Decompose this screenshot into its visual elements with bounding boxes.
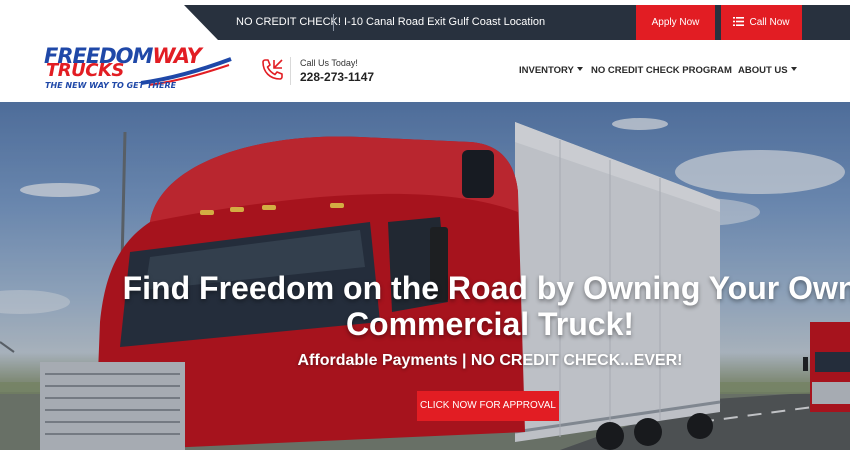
hero-banner: Find Freedom on the Road by Owning Your … xyxy=(0,102,850,450)
nav-inventory-label: INVENTORY xyxy=(519,65,574,76)
phone-icon xyxy=(262,59,283,80)
freedom-way-trucks-logo[interactable]: FREEDOMWAY TRUCKS THE NEW WAY TO GET THE… xyxy=(44,43,234,93)
hero-subtitle: Affordable Payments | NO CREDIT CHECK...… xyxy=(297,352,683,369)
top-bar: NO CREDIT CHECK! I-10 Canal Road Exit Gu… xyxy=(0,0,850,40)
caret-down-icon xyxy=(576,67,583,72)
menu-icon xyxy=(733,16,745,26)
phone-divider xyxy=(290,57,291,85)
nav-inventory[interactable]: INVENTORY xyxy=(519,65,583,76)
site-header: FREEDOMWAY TRUCKS THE NEW WAY TO GET THE… xyxy=(0,40,850,102)
apply-now-button[interactable]: Apply Now xyxy=(636,5,715,40)
nav-no-credit-check-program[interactable]: NO CREDIT CHECK PROGRAM xyxy=(591,65,732,76)
call-now-button[interactable]: Call Now xyxy=(721,5,802,40)
location-text: I-10 Canal Road Exit Gulf Coast Location xyxy=(344,16,546,28)
top-bar-divider xyxy=(333,14,334,31)
nav-about-us-label: ABOUT US xyxy=(738,65,788,76)
nav-no-credit-check-program-label: NO CREDIT CHECK PROGRAM xyxy=(591,65,732,76)
call-now-label: Call Now xyxy=(749,17,790,28)
call-us-today-label: Call Us Today! xyxy=(300,58,358,68)
caret-down-icon xyxy=(790,67,797,72)
click-for-approval-label: CLICK NOW FOR APPROVAL xyxy=(420,400,556,411)
click-for-approval-button[interactable]: CLICK NOW FOR APPROVAL xyxy=(417,391,559,421)
phone-number-link[interactable]: 228-273-1147 xyxy=(300,70,374,84)
hero-title-line2: Commercial Truck! xyxy=(345,306,635,342)
logo-line2: TRUCKS xyxy=(46,60,124,81)
hero-title: Find Freedom on the Road by Owning Your … xyxy=(0,270,850,342)
nav-about-us[interactable]: ABOUT US xyxy=(738,65,797,76)
apply-now-label: Apply Now xyxy=(651,17,700,28)
no-credit-check-text: NO CREDIT CHECK! xyxy=(236,16,341,28)
logo-tagline: THE NEW WAY TO GET THERE xyxy=(45,81,177,90)
hero-title-line1: Find Freedom on the Road by Owning Your … xyxy=(122,270,850,306)
